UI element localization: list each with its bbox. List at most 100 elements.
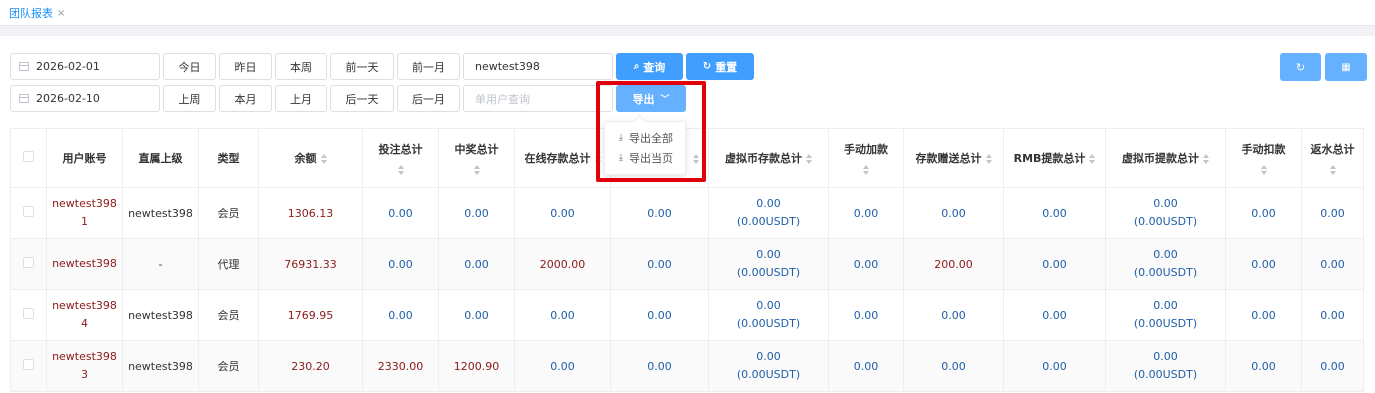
- row-checkbox[interactable]: [23, 206, 34, 217]
- header-rmb-withdraw[interactable]: RMB提款总计: [1003, 128, 1106, 188]
- grid-icon: ▦: [1341, 61, 1351, 73]
- rmb-withdraw-cell: 0.00: [1003, 187, 1106, 239]
- crypto-deposit-cell: 0.00 (0.00USDT): [708, 187, 829, 239]
- refresh-table-button[interactable]: ↻: [1280, 53, 1321, 81]
- search-button-label: 查询: [643, 60, 666, 74]
- username-input[interactable]: newtest398: [463, 53, 613, 80]
- win-total-cell: 0.00: [438, 187, 515, 239]
- start-date-value: 2026-02-01: [36, 60, 100, 73]
- rmb-withdraw-cell: 0.00: [1003, 340, 1106, 392]
- header-crypto-deposit[interactable]: 虚拟币存款总计: [708, 128, 829, 188]
- online-deposit-cell: 2000.00: [514, 238, 611, 290]
- account-cell[interactable]: newtest398: [46, 238, 123, 290]
- manual-deduct-cell: 0.00: [1225, 187, 1302, 239]
- sort-icon[interactable]: [1302, 165, 1363, 175]
- sort-icon[interactable]: [363, 165, 438, 175]
- deposit-bonus-cell: 0.00: [903, 187, 1004, 239]
- sort-icon[interactable]: [1089, 154, 1096, 164]
- export-all-item[interactable]: ⤓ 导出全部: [605, 128, 685, 148]
- refresh-icon: ↻: [702, 61, 712, 72]
- sort-icon[interactable]: [320, 154, 327, 164]
- deposit-bonus-cell: 200.00: [903, 238, 1004, 290]
- rebate-cell: 0.00: [1301, 340, 1364, 392]
- last-month-button[interactable]: 上月: [275, 85, 327, 112]
- hidden-column-cell: 0.00: [610, 340, 709, 392]
- account-cell[interactable]: newtest398 3: [46, 340, 123, 392]
- tab-label[interactable]: 团队报表: [9, 5, 53, 21]
- sort-icon[interactable]: [692, 153, 699, 164]
- prev-month-button[interactable]: 前一月: [397, 53, 460, 80]
- this-month-button[interactable]: 本月: [219, 85, 272, 112]
- balance-cell: 1306.13: [258, 187, 363, 239]
- table-row: newtest398 1 newtest398 会员 1306.13 0.00 0…: [10, 187, 1364, 239]
- yesterday-button[interactable]: 昨日: [219, 53, 272, 80]
- reset-button[interactable]: ↻ 重置: [686, 53, 754, 80]
- header-win-total[interactable]: 中奖总计: [438, 128, 515, 188]
- account-cell[interactable]: newtest398 1: [46, 187, 123, 239]
- search-button[interactable]: ⌕ 查询: [616, 53, 683, 80]
- bet-total-cell: 0.00: [362, 289, 439, 341]
- sort-icon[interactable]: [829, 165, 903, 175]
- this-week-button[interactable]: 本周: [275, 53, 327, 80]
- row-checkbox[interactable]: [23, 359, 34, 370]
- header-balance[interactable]: 余额: [258, 128, 363, 188]
- header-parent: 直属上级: [122, 128, 199, 188]
- header-manual-add[interactable]: 手动加款: [828, 128, 904, 188]
- tab-team-report[interactable]: 团队报表 ×: [9, 5, 65, 21]
- single-user-input[interactable]: 单用户查询: [463, 85, 613, 112]
- last-week-button[interactable]: 上周: [163, 85, 216, 112]
- parent-cell: newtest398: [122, 340, 199, 392]
- next-day-button[interactable]: 后一天: [330, 85, 394, 112]
- team-report-table: 用户账号 直属上级 类型 余额 投注总计 中奖总计 在线存款总计 虚拟币存款总计…: [10, 128, 1364, 392]
- end-date-picker[interactable]: 2026-02-10: [10, 85, 160, 112]
- today-button[interactable]: 今日: [163, 53, 216, 80]
- chevron-down-icon: ﹀: [660, 95, 670, 105]
- sort-icon[interactable]: [985, 154, 992, 164]
- online-deposit-cell: 0.00: [514, 187, 611, 239]
- rmb-withdraw-cell: 0.00: [1003, 289, 1106, 341]
- header-online-deposit[interactable]: 在线存款总计: [514, 128, 611, 188]
- crypto-deposit-cell: 0.00 (0.00USDT): [708, 340, 829, 392]
- win-total-cell: 0.00: [438, 238, 515, 290]
- column-settings-button[interactable]: ▦: [1325, 53, 1367, 81]
- rebate-cell: 0.00: [1301, 289, 1364, 341]
- calendar-icon: [19, 62, 29, 71]
- type-cell: 会员: [198, 187, 259, 239]
- account-cell[interactable]: newtest398 4: [46, 289, 123, 341]
- type-cell: 会员: [198, 340, 259, 392]
- header-bet-total[interactable]: 投注总计: [362, 128, 439, 188]
- deposit-bonus-cell: 0.00: [903, 340, 1004, 392]
- sort-icon[interactable]: [1203, 154, 1209, 164]
- bet-total-cell: 0.00: [362, 187, 439, 239]
- manual-deduct-cell: 0.00: [1225, 238, 1302, 290]
- start-date-picker[interactable]: 2026-02-01: [10, 53, 160, 80]
- select-all-checkbox[interactable]: [23, 151, 34, 162]
- export-dropdown-menu: ⤓ 导出全部 ⤓ 导出当页: [604, 121, 686, 175]
- header-manual-deduct[interactable]: 手动扣款: [1225, 128, 1302, 188]
- table-row: newtest398 4 newtest398 会员 1769.95 0.00 0…: [10, 289, 1364, 341]
- prev-day-button[interactable]: 前一天: [330, 53, 394, 80]
- close-icon[interactable]: ×: [57, 8, 65, 19]
- hidden-column-cell: 0.00: [610, 187, 709, 239]
- row-checkbox[interactable]: [23, 257, 34, 268]
- header-deposit-bonus[interactable]: 存款赠送总计: [903, 128, 1004, 188]
- online-deposit-cell: 0.00: [514, 340, 611, 392]
- header-crypto-withdraw[interactable]: 虚拟币提款总计: [1105, 128, 1226, 188]
- balance-cell: 76931.33: [258, 238, 363, 290]
- sort-icon[interactable]: [439, 165, 514, 175]
- header-rebate-total[interactable]: 返水总计: [1301, 128, 1364, 188]
- row-checkbox[interactable]: [23, 308, 34, 319]
- refresh-icon: ↻: [1295, 60, 1306, 74]
- next-month-button[interactable]: 后一月: [397, 85, 460, 112]
- export-button[interactable]: 导出 ﹀: [616, 85, 686, 112]
- table-header-row: 用户账号 直属上级 类型 余额 投注总计 中奖总计 在线存款总计 虚拟币存款总计…: [10, 128, 1364, 188]
- header-select-all[interactable]: [10, 128, 47, 188]
- export-all-label: 导出全部: [628, 132, 673, 145]
- sort-icon[interactable]: [806, 154, 812, 164]
- parent-cell: -: [122, 238, 199, 290]
- manual-add-cell: 0.00: [828, 187, 904, 239]
- sort-icon[interactable]: [594, 154, 601, 164]
- sort-icon[interactable]: [1226, 165, 1301, 175]
- balance-cell: 230.20: [258, 340, 363, 392]
- export-current-page-item[interactable]: ⤓ 导出当页: [605, 148, 685, 168]
